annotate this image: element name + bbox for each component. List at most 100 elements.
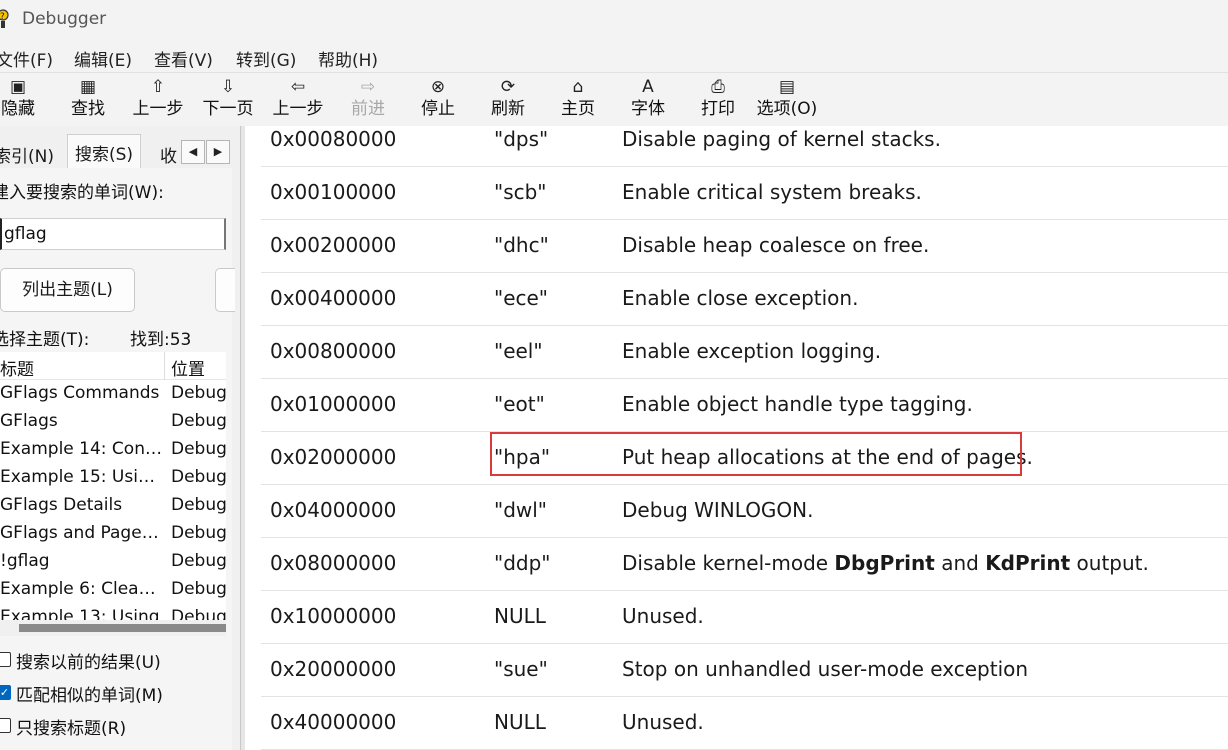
flag-description-text: Unused. — [622, 710, 704, 734]
flag-description: Enable close exception. — [622, 286, 858, 310]
search-word-label: 建入要搜索的单词(W): — [0, 183, 164, 203]
flag-value: 0x00800000 — [270, 339, 397, 363]
table-row: 0x04000000 "dwl" Debug WINLOGON. — [261, 485, 1228, 538]
list-topics-button[interactable]: 列出主题(L) — [0, 268, 135, 312]
list-item[interactable]: GFlags Details Debugger — [0, 492, 226, 520]
table-row: 0x00800000 "eel" Enable exception loggin… — [261, 326, 1228, 379]
search-input[interactable] — [0, 218, 226, 250]
table-row: 0x00100000 "scb" Enable critical system … — [261, 167, 1228, 220]
flag-description: Debug WINLOGON. — [622, 498, 814, 522]
svg-text:?: ? — [0, 12, 5, 22]
refresh-button[interactable]: ⟳ 刷新 — [488, 76, 528, 124]
match-similar-label: 匹配相似的单词(M) — [16, 686, 163, 706]
nav-tabs: 索引(N) 搜索(S) 收 ◀ ▶ — [0, 134, 240, 168]
hide-icon: ▣ — [9, 77, 27, 97]
menu-file[interactable]: 文件(F) — [0, 46, 53, 71]
list-item[interactable]: Example 15: Using Page Heap Debugger — [0, 464, 226, 492]
table-row: 0x00080000 "dps" Disable paging of kerne… — [261, 126, 1228, 167]
font-icon: A — [642, 77, 654, 97]
toolbar: ▣ 隐藏 ▦ 查找 ⇧ 上一步 ⇩ 下一页 ⇦ 上一步 ⇨ 前进 ⊗ 停止 ⟳ … — [0, 72, 1228, 126]
flag-value: 0x04000000 — [270, 498, 397, 522]
flag-abbreviation: "ddp" — [494, 551, 551, 575]
found-count: 找到:53 — [130, 330, 192, 350]
stop-label: 停止 — [421, 99, 455, 119]
result-location: Debugger — [171, 579, 226, 599]
table-row: 0x10000000 NULL Unused. — [261, 591, 1228, 644]
flag-description-text: Enable exception logging. — [622, 339, 882, 363]
table-row: 0x40000000 NULL Unused. — [261, 697, 1228, 750]
arrow-left-icon: ⇦ — [290, 77, 306, 97]
column-title-header[interactable]: 标题 — [0, 355, 34, 380]
back-button[interactable]: ⇧ 上一步 — [130, 76, 186, 124]
font-button[interactable]: A 字体 — [628, 76, 668, 124]
results-header: 标题 位置 — [0, 352, 226, 380]
checkmark-icon[interactable]: ✓ — [0, 685, 11, 700]
result-location: Debugger — [171, 383, 226, 403]
flag-description-text: and — [934, 551, 986, 575]
result-location: Debugger — [171, 439, 226, 459]
tab-search[interactable]: 搜索(S) — [67, 134, 142, 168]
horizontal-scrollbar[interactable] — [0, 620, 226, 636]
table-row: 0x01000000 "eot" Enable object handle ty… — [261, 379, 1228, 432]
results-list[interactable]: 标题 位置 GFlags Commands Debugger GFlags Debu… — [0, 352, 226, 636]
list-item[interactable]: !gflag Debugger — [0, 548, 226, 576]
arrow-down-icon: ⇩ — [220, 77, 236, 97]
list-item[interactable]: Example 6: Clearing Image File Flags Debu… — [0, 576, 226, 604]
flag-abbreviation: "scb" — [494, 180, 547, 204]
stop-button[interactable]: ⊗ 停止 — [418, 76, 458, 124]
result-title: Example 6: Clearing Image File Flags — [0, 579, 162, 599]
home-button[interactable]: ⌂ 主页 — [558, 76, 598, 124]
checkbox-icon[interactable] — [0, 652, 11, 667]
checkbox-icon[interactable] — [0, 718, 11, 733]
flag-description: Enable critical system breaks. — [622, 180, 922, 204]
flag-description: Disable kernel-mode DbgPrint and KdPrint… — [622, 551, 1149, 575]
flag-description-text: Disable paging of kernel stacks. — [622, 127, 941, 151]
prev-button[interactable]: ⇦ 上一步 — [270, 76, 326, 124]
list-item[interactable]: GFlags and PageHeap Debugger — [0, 520, 226, 548]
flag-abbreviation: NULL — [494, 604, 546, 628]
options-button[interactable]: ▤ 选项(O) — [755, 76, 819, 124]
search-previous-label: 搜索以前的结果(U) — [16, 653, 161, 673]
display-button[interactable] — [215, 268, 235, 312]
list-item[interactable]: GFlags Debugger — [0, 408, 226, 436]
flag-description: Stop on unhandled user-mode exception — [622, 657, 1028, 681]
refresh-icon: ⟳ — [500, 77, 516, 97]
options-icon: ▤ — [778, 77, 796, 97]
print-button[interactable]: ⎙ 打印 — [698, 76, 738, 124]
find-button[interactable]: ▦ 查找 — [68, 76, 108, 124]
column-location-header[interactable]: 位置 — [171, 355, 205, 380]
column-separator[interactable] — [164, 352, 165, 380]
menu-edit[interactable]: 编辑(E) — [74, 46, 132, 71]
menu-view[interactable]: 查看(V) — [154, 46, 213, 71]
flag-description-text: Disable kernel-mode — [622, 551, 835, 575]
tab-scroll-left-icon[interactable]: ◀ — [181, 140, 205, 164]
tab-favorites[interactable]: 收 — [160, 142, 177, 167]
flag-abbreviation: "eot" — [494, 392, 545, 416]
menu-help[interactable]: 帮助(H) — [318, 46, 378, 71]
home-label: 主页 — [561, 99, 595, 119]
kdprint-term: KdPrint — [985, 551, 1071, 575]
stop-icon: ⊗ — [430, 77, 446, 97]
scrollbar-thumb[interactable] — [19, 624, 226, 632]
menu-goto[interactable]: 转到(G) — [236, 46, 296, 71]
result-location: Debugger — [171, 411, 226, 431]
hide-button[interactable]: ▣ 隐藏 — [0, 76, 38, 124]
refresh-label: 刷新 — [491, 99, 525, 119]
tab-scroll-right-icon[interactable]: ▶ — [206, 140, 230, 164]
result-location: Debugger — [171, 495, 226, 515]
arrow-right-icon: ⇨ — [360, 77, 376, 97]
list-item[interactable]: GFlags Commands Debugger — [0, 380, 226, 408]
flag-value: 0x01000000 — [270, 392, 397, 416]
tab-index[interactable]: 索引(N) — [0, 142, 54, 167]
print-label: 打印 — [701, 99, 735, 119]
flag-value: 0x10000000 — [270, 604, 397, 628]
table-row: 0x08000000 "ddp" Disable kernel-mode Dbg… — [261, 538, 1228, 591]
flag-abbreviation: "dwl" — [494, 498, 548, 522]
find-label: 查找 — [71, 99, 105, 119]
flag-description-text: output. — [1070, 551, 1149, 575]
flag-description: Unused. — [622, 710, 704, 734]
next-page-button[interactable]: ⇩ 下一页 — [200, 76, 256, 124]
list-item[interactable]: Example 14: Configuring Special Pool Debu… — [0, 436, 226, 464]
flag-description-text: Debug WINLOGON. — [622, 498, 814, 522]
forward-button[interactable]: ⇨ 前进 — [348, 76, 388, 124]
